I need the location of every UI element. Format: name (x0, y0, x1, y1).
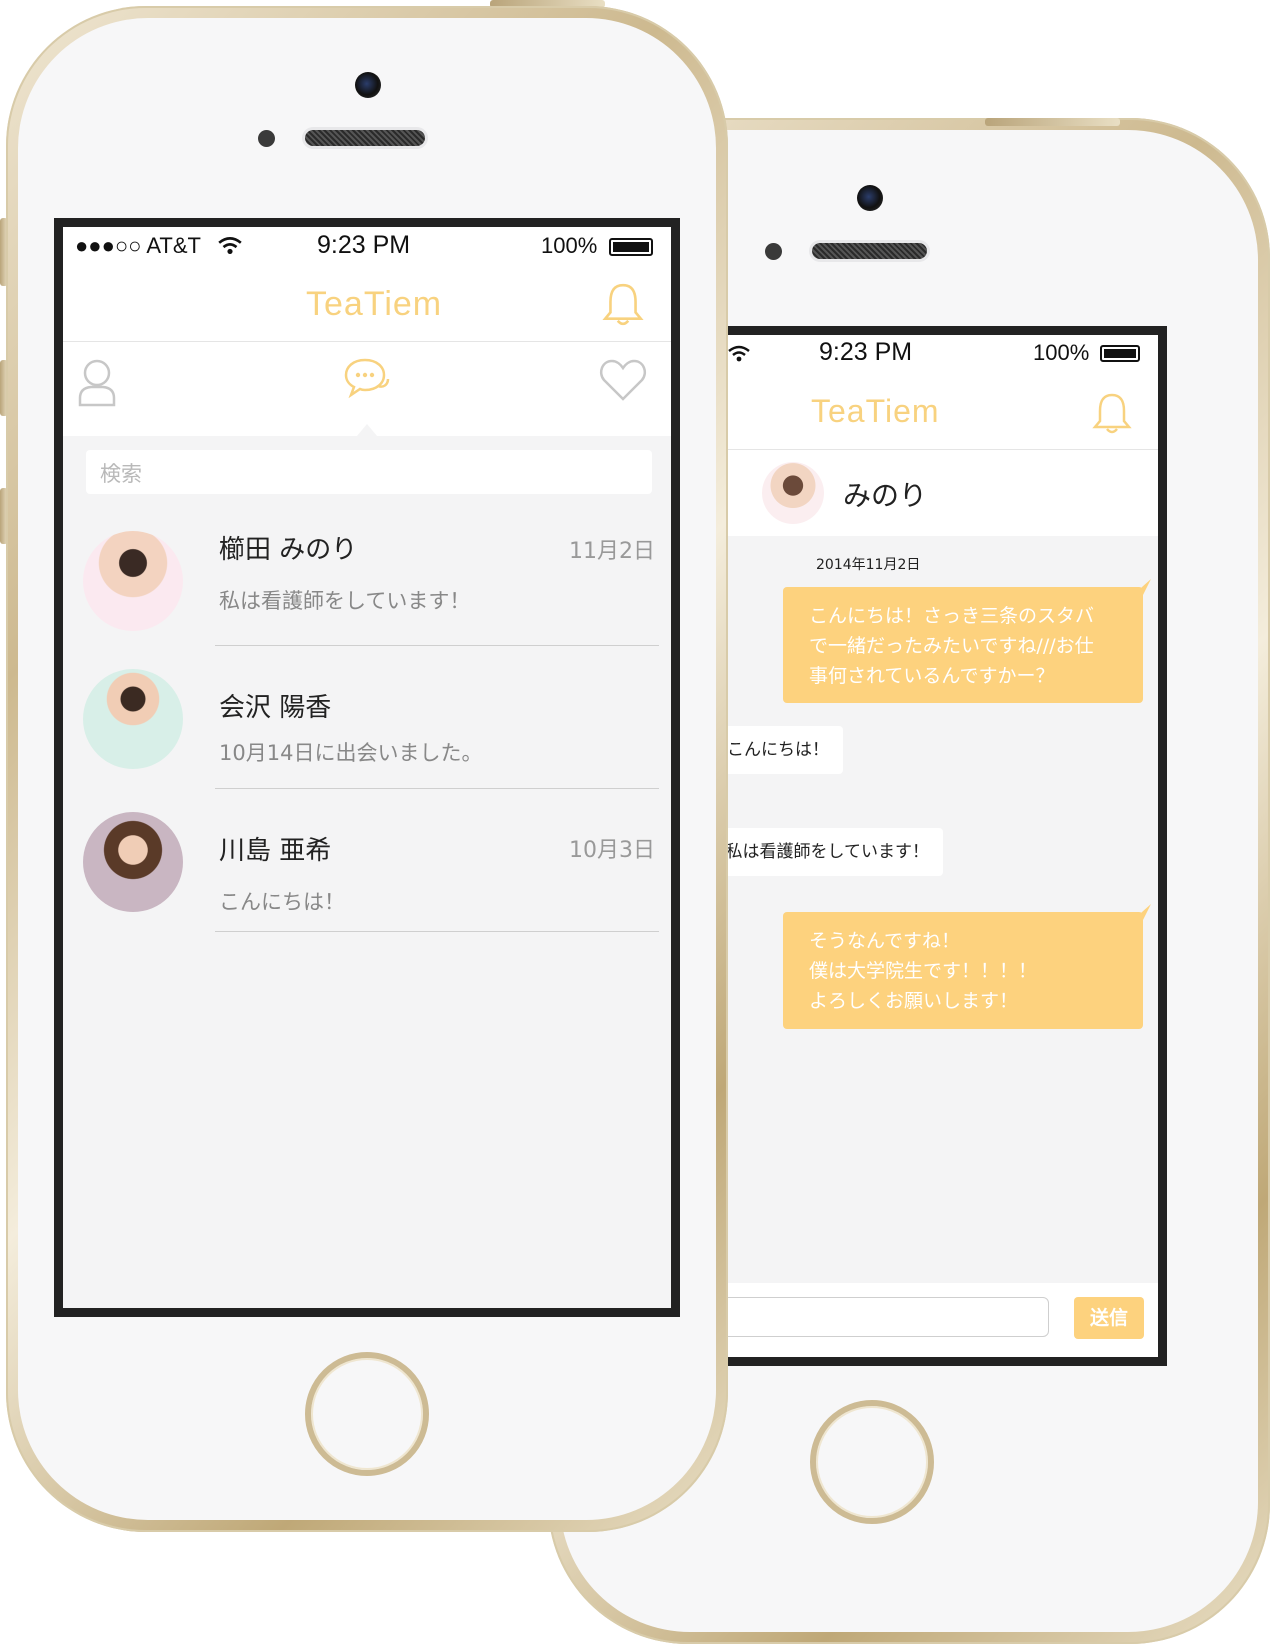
message-line: よろしくお願いします！ (809, 990, 1019, 1012)
left-tab-bar (63, 342, 671, 436)
tab-chat[interactable] (343, 356, 391, 404)
message-line: で一緒だったみたいですね///お仕 (809, 635, 1094, 657)
chat-date: 2014年11月2日 (816, 557, 921, 573)
send-button[interactable]: 送信 (1074, 1297, 1144, 1339)
search-input[interactable]: 検索 (86, 450, 652, 494)
wifi-icon (728, 345, 750, 362)
search-placeholder: 検索 (100, 462, 142, 486)
left-front-camera (355, 72, 381, 98)
right-status-time: 9:23 PM (819, 338, 913, 366)
bubble-tail (1133, 579, 1151, 595)
bell-icon[interactable] (1091, 391, 1133, 435)
right-front-camera (857, 185, 883, 211)
tab-profile[interactable] (77, 358, 117, 408)
left-proximity-sensor (258, 130, 275, 147)
left-home-button[interactable] (305, 1352, 429, 1476)
left-status-battery: 100% (541, 233, 598, 258)
message-outgoing: そうなんですね！ 僕は大学院生です！！！！ よろしくお願いします！ (783, 912, 1143, 1029)
left-phone-screen: ●●●○○ AT&T 9:23 PM 100% TeaTiem 検索 櫛田 みの… (54, 218, 680, 1317)
bell-icon[interactable] (601, 281, 645, 327)
battery-icon (609, 238, 653, 256)
row-divider (215, 931, 659, 932)
right-proximity-sensor (765, 243, 782, 260)
left-status-carrier: ●●●○○ AT&T (75, 233, 201, 258)
battery-icon (1100, 345, 1140, 362)
contact-name: 会沢 陽香 (219, 693, 332, 723)
contact-avatar (83, 531, 183, 631)
message-text: 私は看護師をしています！ (725, 842, 930, 862)
active-tab-indicator (357, 424, 377, 436)
contact-avatar (83, 669, 183, 769)
contact-name: 櫛田 みのり (219, 535, 358, 565)
contact-name: 川島 亜希 (219, 836, 332, 866)
right-home-button[interactable] (810, 1400, 934, 1524)
right-app-title: TeaTiem (811, 393, 940, 429)
message-text: こんにちは！ (727, 740, 829, 760)
left-status-bar: ●●●○○ AT&T 9:23 PM 100% (63, 227, 671, 275)
message-preview: こんにちは！ (219, 890, 345, 914)
right-status-bar: 9:23 PM 100% (659, 335, 1158, 383)
message-line: こんにちは！さっき三条のスタバ (809, 605, 1095, 627)
chat-header: みのり (659, 450, 1158, 536)
right-phone-power-button (985, 118, 1120, 126)
right-status-battery: 100% (1033, 340, 1090, 365)
right-earpiece-speaker (812, 243, 927, 259)
wifi-icon (218, 237, 242, 255)
conversation-row[interactable]: 櫛田 みのり 11月2日 私は看護師をしています！ (63, 507, 671, 647)
row-divider (215, 645, 659, 646)
message-compose-bar: 送信 (659, 1283, 1158, 1357)
conversation-row[interactable]: 川島 亜希 10月3日 こんにちは！ (63, 790, 671, 933)
message-preview: 10月14日に出会いました。 (219, 741, 483, 765)
row-divider (215, 788, 659, 789)
conversation-row[interactable]: 会沢 陽香 10月14日に出会いました。 (63, 647, 671, 790)
left-nav-bar: TeaTiem (63, 275, 671, 342)
message-line: そうなんですね！ (809, 930, 961, 952)
chat-partner-name: みのり (843, 479, 928, 512)
conversation-date: 11月2日 (569, 539, 655, 564)
left-earpiece-speaker (305, 130, 425, 146)
left-app-title: TeaTiem (306, 285, 443, 323)
message-line: 事何されているんですかー？ (809, 665, 1055, 687)
chat-partner-avatar (762, 462, 824, 524)
left-status-time: 9:23 PM (317, 231, 411, 259)
message-line: 僕は大学院生です！！！！ (809, 960, 1038, 982)
right-nav-bar: TeaTiem (659, 383, 1158, 450)
message-outgoing: こんにちは！さっき三条のスタバ で一緒だったみたいですね///お仕 事何されてい… (783, 587, 1143, 703)
conversation-date: 10月3日 (569, 838, 655, 863)
tab-favorites[interactable] (599, 358, 647, 402)
message-preview: 私は看護師をしています！ (219, 589, 471, 613)
contact-avatar (83, 812, 183, 912)
bubble-tail (1133, 904, 1151, 920)
